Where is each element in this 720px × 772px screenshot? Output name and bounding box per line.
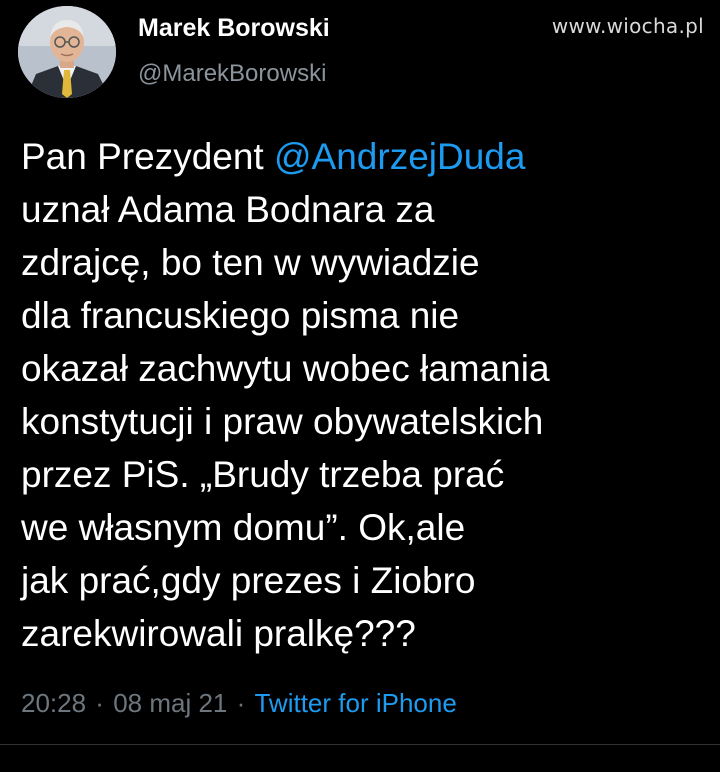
divider <box>0 744 720 745</box>
tweet-header: Marek Borowski @MarekBorowski <box>0 0 720 110</box>
tweet-line: zdrajcę, bo ten w wywiadzie <box>21 242 480 283</box>
tweet-line: zarekwirowali pralkę??? <box>21 613 416 654</box>
tweet-date[interactable]: 08 maj 21 <box>113 688 227 718</box>
tweet-line: konstytucji i praw obywatelskich <box>21 401 544 442</box>
tweet-time[interactable]: 20:28 <box>21 688 86 718</box>
tweet-line: jak prać,gdy prezes i Ziobro <box>21 560 476 601</box>
tweet-line: uznał Adama Bodnara za <box>21 189 435 230</box>
meta-separator: · <box>229 688 253 718</box>
tweet-line-prefix: Pan Prezydent <box>21 136 274 177</box>
tweet-line: przez PiS. „Brudy trzeba prać <box>21 454 505 495</box>
tweet-line: dla francuskiego pisma nie <box>21 295 460 336</box>
author-name[interactable]: Marek Borowski <box>138 14 330 43</box>
tweet-source-link[interactable]: Twitter for iPhone <box>254 688 456 718</box>
tweet-line: we własnym domu”. Ok,ale <box>21 507 466 548</box>
tweet-line: okazał zachwytu wobec łamania <box>21 348 550 389</box>
tweet-meta: 20:28 · 08 maj 21 · Twitter for iPhone <box>21 688 457 719</box>
avatar[interactable] <box>18 6 116 98</box>
mention-link[interactable]: @AndrzejDuda <box>274 136 525 177</box>
meta-separator: · <box>88 688 112 718</box>
author-handle[interactable]: @MarekBorowski <box>138 60 326 88</box>
tweet-line: Pan Prezydent @AndrzejDuda <box>21 130 711 183</box>
tweet-text: Pan Prezydent @AndrzejDuda uznał Adama B… <box>21 130 711 660</box>
